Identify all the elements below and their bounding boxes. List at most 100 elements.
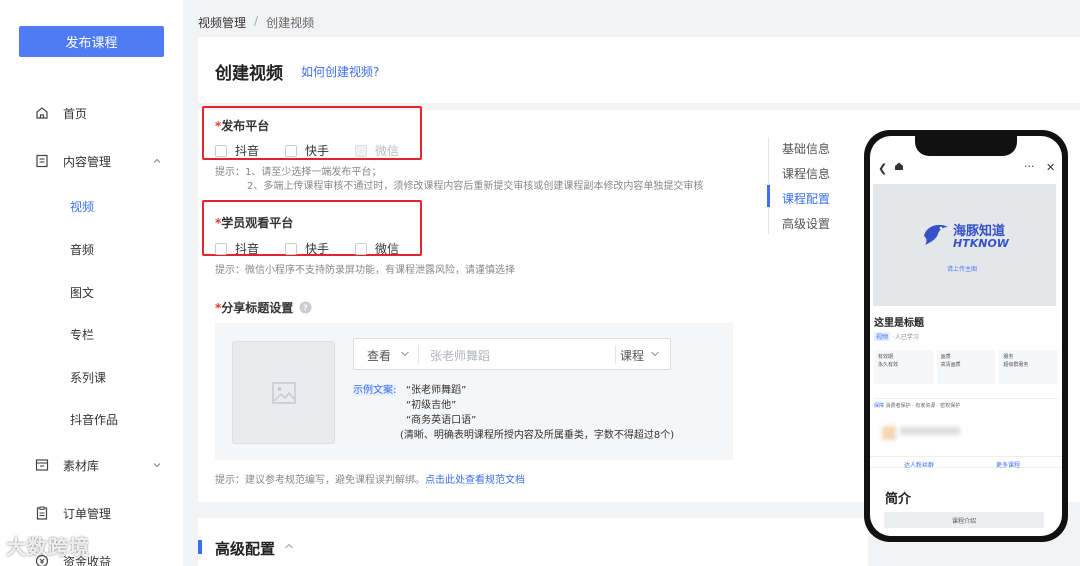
sidebar: 发布课程 首页 内容管理 视频 音频 图文 专栏 系列课 抖音作品 素材库 订单… (0, 0, 183, 566)
learner-count: ·人已学习 (893, 334, 919, 341)
avatar (882, 426, 896, 440)
share-title-input[interactable]: 查看 张老师舞蹈 课程 (353, 338, 671, 370)
phone-action-row: 达人粉丝群 更多课程 (870, 456, 1062, 469)
dolphin-logo-icon (924, 224, 948, 245)
example-label: 示例文案: (353, 385, 397, 396)
clipboard-icon (36, 506, 48, 520)
checkbox-label: 抖音 (235, 144, 260, 158)
sidebar-subitem-series[interactable]: 系列课 (70, 369, 106, 386)
sidebar-subitem-audio[interactable]: 音频 (70, 241, 94, 258)
svg-text:?: ? (303, 304, 308, 313)
example-copy: 示例文案: “张老师舞蹈” “初级吉他” “商务英语口语” (清晰、明确表明课程… (353, 383, 674, 443)
sidebar-item-label: 首页 (63, 106, 88, 121)
checkbox-box (355, 144, 367, 157)
anchor-active-indicator (767, 185, 770, 207)
close-icon: ✕ (1046, 161, 1056, 174)
sidebar-subitem-douyin[interactable]: 抖音作品 (70, 411, 118, 428)
feature-item: 有效期 永久有效 (874, 350, 933, 384)
checkbox-label: 微信 (375, 144, 400, 158)
prefix-select-value[interactable]: 查看 (367, 347, 391, 364)
course-meta: 视频 ·人已学习 (874, 332, 919, 341)
sidebar-subitem-column[interactable]: 专栏 (70, 326, 94, 343)
course-banner: 海豚知道 HTKNOW 请上传主图 (873, 184, 1056, 306)
home-icon (895, 162, 903, 170)
section-label: 发布平台 (221, 119, 270, 133)
chevron-up-icon[interactable] (284, 542, 294, 550)
share-image-upload[interactable] (232, 341, 335, 444)
example-3: “商务英语口语” (406, 415, 477, 426)
checkbox-box[interactable] (355, 242, 367, 255)
anchor-course-config[interactable]: 课程配置 (782, 190, 830, 207)
suffix-select-value[interactable]: 课程 (620, 347, 644, 364)
phone-preview: ❮ ··· ✕ 海豚知道 HTKNOW 请上传主图 这里是标题 视频 ·人已学习… (864, 130, 1068, 542)
spec-hint-text: 提示：建议参考规范编写，避免课程误判解绑。 (215, 475, 425, 486)
publish-hint-2: 2、多端上传课程审核不通过时，须修改课程内容后重新提交审核或创建课程副本修改内容… (247, 181, 704, 192)
breadcrumb-parent[interactable]: 视频管理 (198, 14, 246, 31)
advanced-config-title[interactable]: 高级配置 (215, 538, 275, 559)
protect-label: 保障 (874, 403, 885, 409)
type-badge: 视频 (874, 332, 891, 341)
checkbox-box[interactable] (215, 144, 227, 157)
course-title: 这里是标题 (874, 318, 924, 329)
section-label: 学员观看平台 (221, 216, 294, 230)
example-note: (清晰、明确表明课程所授内容及所属垂类，字数不得超过8个) (400, 430, 675, 441)
sidebar-item-content[interactable]: 内容管理 (0, 146, 183, 176)
spec-doc-link[interactable]: 点击此处查看规范文档 (425, 475, 525, 486)
phone-screen: ❮ ··· ✕ 海豚知道 HTKNOW 请上传主图 这里是标题 视频 ·人已学习… (870, 136, 1062, 536)
publish-course-button[interactable]: 发布课程 (19, 26, 164, 57)
upload-main-image-hint: 请上传主图 (947, 266, 978, 273)
example-1: “张老师舞蹈” (405, 385, 467, 396)
anchor-course-info[interactable]: 课程信息 (782, 165, 830, 182)
sidebar-item-material[interactable]: 素材库 (0, 450, 183, 480)
checkbox-watch-douyin[interactable]: 抖音 (215, 240, 259, 257)
chevron-down-icon[interactable] (400, 350, 410, 358)
protection-row: 保障 消费者保护 · 有家资源 · 密权保护 (874, 398, 1058, 409)
checkbox-watch-kuaishou[interactable]: 快手 (285, 240, 329, 257)
home-icon (36, 107, 48, 119)
divider (418, 346, 419, 364)
chevron-down-icon[interactable] (650, 350, 660, 358)
more-courses-link: 更多课程 (996, 462, 1021, 469)
checkbox-watch-wechat[interactable]: 微信 (355, 240, 399, 257)
checkbox-box[interactable] (285, 242, 297, 255)
section-label: 分享标题设置 (221, 301, 294, 315)
back-icon: ❮ (878, 162, 888, 175)
section-accent-bar (198, 540, 202, 554)
logo-text-en: HTKNOW (953, 237, 1009, 250)
help-icon[interactable]: ? (299, 301, 312, 314)
anchor-advanced-settings[interactable]: 高级设置 (782, 215, 830, 232)
image-placeholder-icon (271, 381, 296, 404)
breadcrumb: 视频管理 / 创建视频 (198, 14, 314, 31)
sidebar-subitem-video[interactable]: 视频 (70, 198, 94, 215)
folder-icon (35, 459, 49, 471)
checkbox-publish-douyin[interactable]: 抖音 (215, 142, 259, 159)
sidebar-item-label: 素材库 (63, 458, 100, 473)
watermark: 大数跨境 (6, 535, 90, 559)
sidebar-item-orders[interactable]: 订单管理 (0, 498, 183, 528)
checkbox-publish-kuaishou[interactable]: 快手 (285, 142, 329, 159)
page-title: 创建视频 (215, 64, 283, 84)
anchor-basic-info[interactable]: 基础信息 (782, 140, 830, 157)
sidebar-item-home[interactable]: 首页 (0, 98, 183, 128)
feature-item: 服务 超级群服务 (999, 350, 1059, 384)
checkbox-label: 快手 (305, 144, 330, 158)
sidebar-subitem-article[interactable]: 图文 (70, 284, 94, 301)
chevron-down-icon (153, 463, 161, 468)
checkbox-label: 抖音 (235, 242, 260, 256)
share-title-heading: *分享标题设置 ? (215, 299, 312, 316)
watch-hint: 提示：微信小程序不支持防录屏功能，有课程泄露风险，请谨慎选择 (215, 265, 515, 276)
breadcrumb-separator: / (254, 14, 259, 28)
page-header: 创建视频 如何创建视频? (198, 37, 1080, 103)
checkbox-label: 微信 (375, 242, 400, 256)
help-link[interactable]: 如何创建视频? (301, 63, 379, 80)
checkbox-box[interactable] (285, 144, 297, 157)
document-icon (36, 154, 48, 168)
checkbox-publish-wechat: 微信 (355, 142, 399, 159)
checkbox-box[interactable] (215, 242, 227, 255)
protect-text: 消费者保护 · 有家资源 · 密权保护 (885, 403, 961, 409)
advanced-config-section: 高级配置 (198, 518, 868, 566)
fan-group-link: 达人粉丝群 (904, 462, 935, 469)
publish-platform-title: *发布平台 (215, 117, 269, 134)
title-placeholder[interactable]: 张老师舞蹈 (430, 347, 490, 364)
sidebar-item-label: 订单管理 (63, 506, 112, 521)
